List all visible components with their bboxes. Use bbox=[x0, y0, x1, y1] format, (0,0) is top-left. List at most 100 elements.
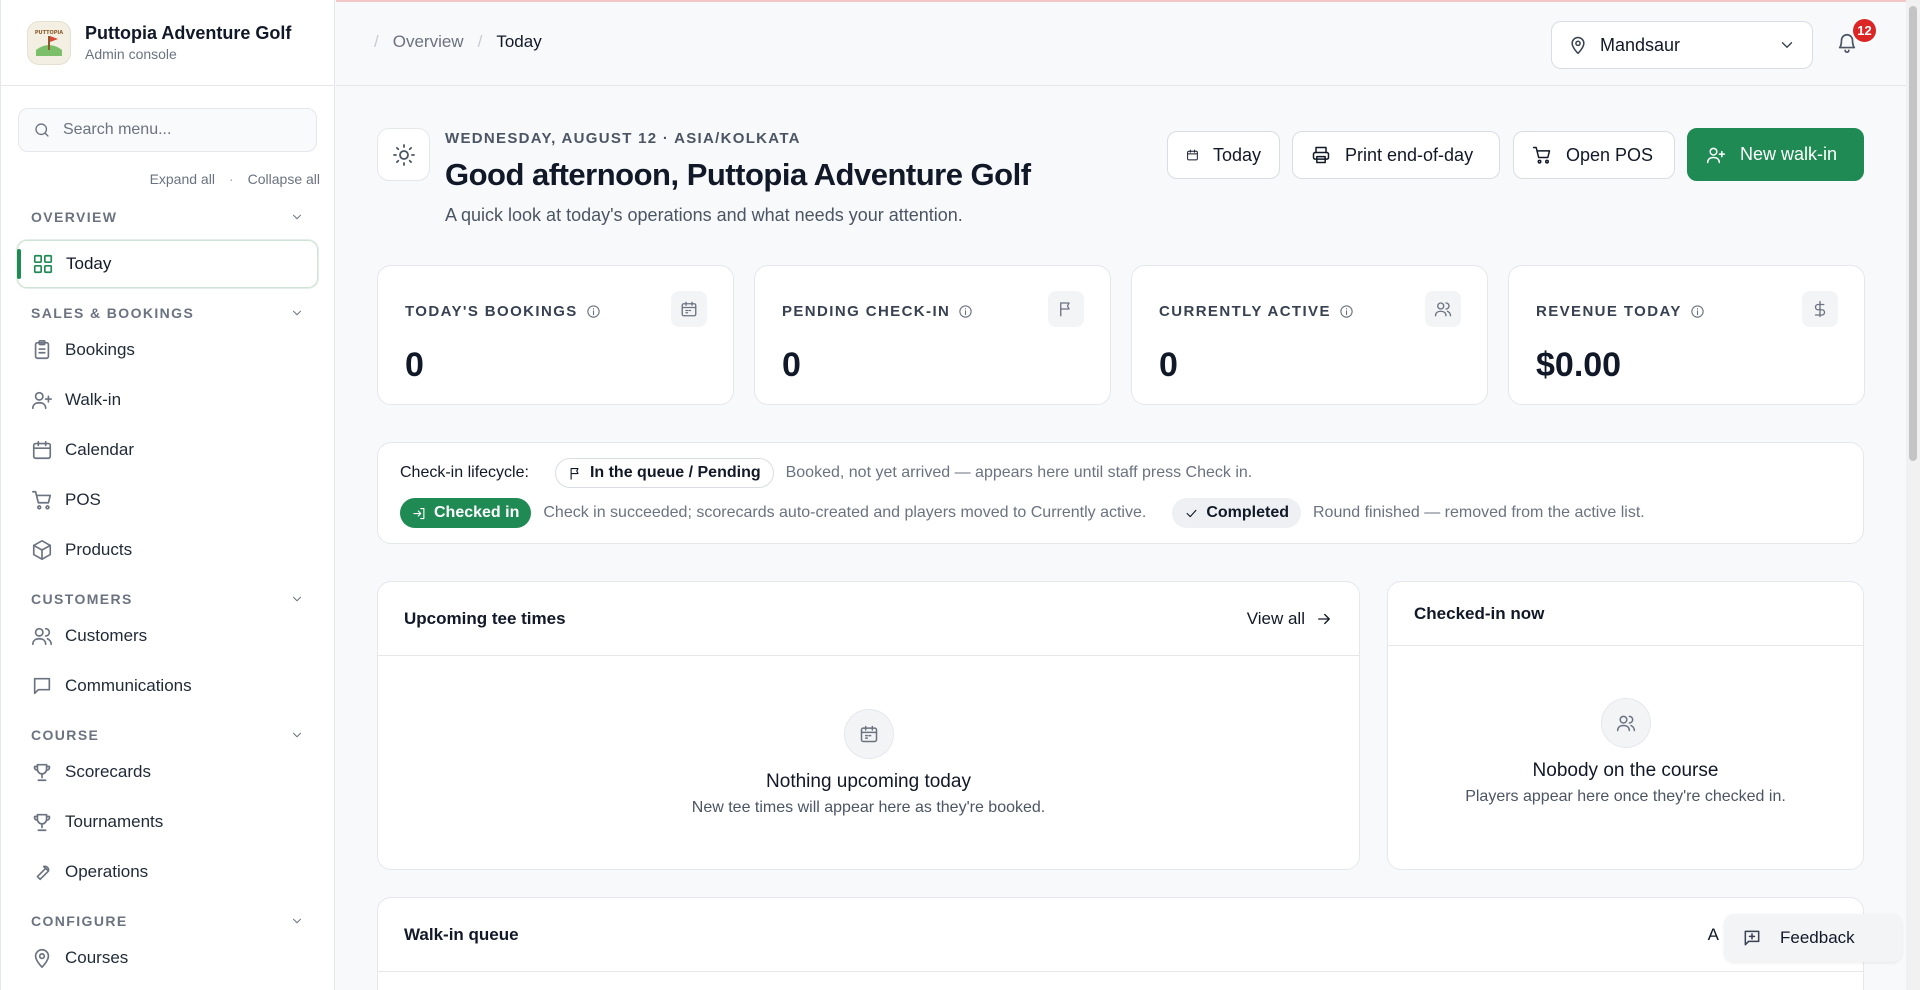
sun-icon bbox=[377, 128, 430, 181]
nav-customers: CUSTOMERS Customers Communications bbox=[1, 588, 334, 710]
chip-completed: Completed bbox=[1172, 498, 1301, 528]
sidebar-item-today[interactable]: Today bbox=[17, 240, 318, 288]
user-plus-icon bbox=[1706, 147, 1726, 163]
lifecycle-row-2: Checked in Check in succeeded; scorecard… bbox=[400, 498, 1671, 528]
feedback-button[interactable]: Feedback bbox=[1724, 914, 1902, 962]
chip-checked-in: Checked in bbox=[400, 498, 532, 528]
section-header-customers[interactable]: CUSTOMERS bbox=[1, 588, 334, 610]
section-header-course[interactable]: COURSE bbox=[1, 724, 334, 746]
sidebar-item-label: Operations bbox=[65, 862, 149, 881]
pending-description: Booked, not yet arrived — appears here u… bbox=[785, 464, 1253, 481]
sidebar-item-label: Today bbox=[66, 254, 112, 273]
sidebar-item-communications[interactable]: Communications bbox=[17, 662, 318, 710]
stat-card-pending: PENDING CHECK-IN 0 bbox=[754, 265, 1111, 405]
user-plus-icon bbox=[32, 391, 52, 410]
sidebar-item-scorecards[interactable]: Scorecards bbox=[17, 748, 318, 796]
chevron-down-icon bbox=[292, 596, 302, 602]
section-header-configure[interactable]: CONFIGURE bbox=[1, 910, 334, 932]
chevron-down-icon bbox=[292, 310, 302, 316]
new-walk-in-button[interactable]: New walk-in bbox=[1687, 128, 1864, 181]
nav-configure: CONFIGURE Courses bbox=[1, 910, 334, 982]
sidebar-item-label: Walk-in bbox=[65, 390, 122, 409]
page-title: Good afternoon, Puttopia Adventure Golf bbox=[445, 157, 1031, 192]
calendar-icon bbox=[843, 709, 894, 759]
sidebar-item-pos[interactable]: POS bbox=[17, 476, 318, 524]
sidebar-item-label: Customers bbox=[65, 626, 148, 645]
cart-icon bbox=[32, 490, 52, 510]
sidebar-item-tournaments[interactable]: Tournaments bbox=[17, 798, 318, 846]
completed-description: Round finished — removed from the active… bbox=[1313, 504, 1645, 521]
collapse-all-button[interactable]: Collapse all bbox=[248, 171, 320, 187]
trophy-icon bbox=[33, 763, 51, 782]
cart-icon bbox=[1532, 146, 1551, 164]
brand-title: Puttopia Adventure Golf bbox=[85, 23, 292, 43]
flag-icon bbox=[1048, 291, 1084, 327]
section-header-overview[interactable]: OVERVIEW bbox=[1, 206, 334, 228]
info-icon[interactable] bbox=[1339, 304, 1354, 319]
trophy-icon bbox=[33, 813, 51, 832]
page-scrollbar[interactable] bbox=[1906, 0, 1920, 990]
sidebar-item-calendar[interactable]: Calendar bbox=[17, 426, 318, 474]
notification-badge: 12 bbox=[1851, 17, 1878, 44]
brand-logo: PUTTOPIA bbox=[27, 20, 71, 65]
expand-all-button[interactable]: Expand all bbox=[150, 171, 215, 187]
sidebar-item-courses[interactable]: Courses bbox=[17, 934, 318, 982]
separator-dot: · bbox=[228, 171, 234, 187]
sidebar-item-operations[interactable]: Operations bbox=[17, 848, 318, 896]
empty-description: New tee times will appear here as they'r… bbox=[691, 799, 1046, 816]
print-eod-button[interactable]: Print end-of-day bbox=[1292, 131, 1500, 179]
sidebar-item-label: Calendar bbox=[65, 440, 134, 459]
chevron-down-icon bbox=[292, 214, 302, 220]
nav-sales: SALES & BOOKINGS Bookings Walk-in Calend… bbox=[1, 302, 334, 574]
stat-card-active: CURRENTLY ACTIVE 0 bbox=[1131, 265, 1488, 405]
date-line: WEDNESDAY, AUGUST 12 · ASIA/KOLKATA bbox=[445, 130, 801, 147]
chevron-down-icon bbox=[1781, 42, 1793, 48]
sidebar-item-customers[interactable]: Customers bbox=[17, 612, 318, 660]
empty-title: Nobody on the course bbox=[1532, 760, 1719, 781]
stat-value: $0.00 bbox=[1536, 346, 1622, 384]
svg-text:PUTTOPIA: PUTTOPIA bbox=[35, 30, 63, 36]
chat-icon bbox=[33, 677, 51, 695]
panel-title: Walk-in queue bbox=[404, 924, 519, 944]
menu-search-input[interactable] bbox=[62, 121, 302, 139]
section-header-sales[interactable]: SALES & BOOKINGS bbox=[1, 302, 334, 324]
stat-label: CURRENTLY ACTIVE bbox=[1159, 303, 1354, 320]
today-button[interactable]: Today bbox=[1167, 131, 1280, 179]
flag-icon bbox=[570, 467, 579, 480]
sidebar-item-walk-in[interactable]: Walk-in bbox=[17, 376, 318, 424]
wrench-icon bbox=[36, 865, 50, 881]
users-icon bbox=[32, 627, 52, 646]
brand-header[interactable]: PUTTOPIA Puttopia Adventure Golf Admin c… bbox=[1, 0, 334, 86]
breadcrumb: / Overview / Today bbox=[374, 32, 542, 52]
sidebar: PUTTOPIA Puttopia Adventure Golf Admin c… bbox=[0, 0, 335, 990]
clipboard-icon bbox=[34, 340, 50, 360]
calendar-icon bbox=[671, 291, 707, 327]
grid-icon bbox=[33, 254, 53, 274]
stat-card-revenue: REVENUE TODAY $0.00 bbox=[1508, 265, 1865, 405]
view-all-link[interactable]: View all bbox=[1247, 609, 1333, 629]
open-pos-button[interactable]: Open POS bbox=[1513, 131, 1675, 179]
panel-title: Checked-in now bbox=[1414, 603, 1545, 623]
walk-in-queue-panel: Walk-in queue A bbox=[377, 897, 1864, 990]
menu-search[interactable] bbox=[18, 108, 317, 152]
brand-subtitle: Admin console bbox=[85, 46, 177, 62]
info-icon[interactable] bbox=[958, 304, 973, 319]
info-icon[interactable] bbox=[586, 304, 601, 319]
nav-overview: OVERVIEW Today bbox=[1, 206, 334, 288]
breadcrumb-overview[interactable]: Overview bbox=[393, 32, 464, 52]
info-icon[interactable] bbox=[1690, 304, 1705, 319]
location-select[interactable]: Mandsaur bbox=[1551, 21, 1813, 69]
sidebar-item-products[interactable]: Products bbox=[17, 526, 318, 574]
location-value: Mandsaur bbox=[1600, 34, 1681, 55]
arrow-right-icon bbox=[1318, 613, 1330, 624]
breadcrumb-separator: / bbox=[477, 32, 483, 51]
scrollbar-thumb[interactable] bbox=[1909, 6, 1917, 461]
lifecycle-row-1: Check-in lifecycle: In the queue / Pendi… bbox=[400, 458, 1278, 488]
panel-header: Walk-in queue A bbox=[378, 898, 1863, 972]
pin-icon bbox=[34, 948, 50, 968]
stat-value: 0 bbox=[405, 346, 424, 384]
empty-description: Players appear here once they're checked… bbox=[1465, 788, 1786, 805]
walk-in-queue-action[interactable]: A bbox=[1708, 925, 1719, 945]
sidebar-item-bookings[interactable]: Bookings bbox=[17, 326, 318, 374]
search-icon bbox=[35, 123, 49, 137]
